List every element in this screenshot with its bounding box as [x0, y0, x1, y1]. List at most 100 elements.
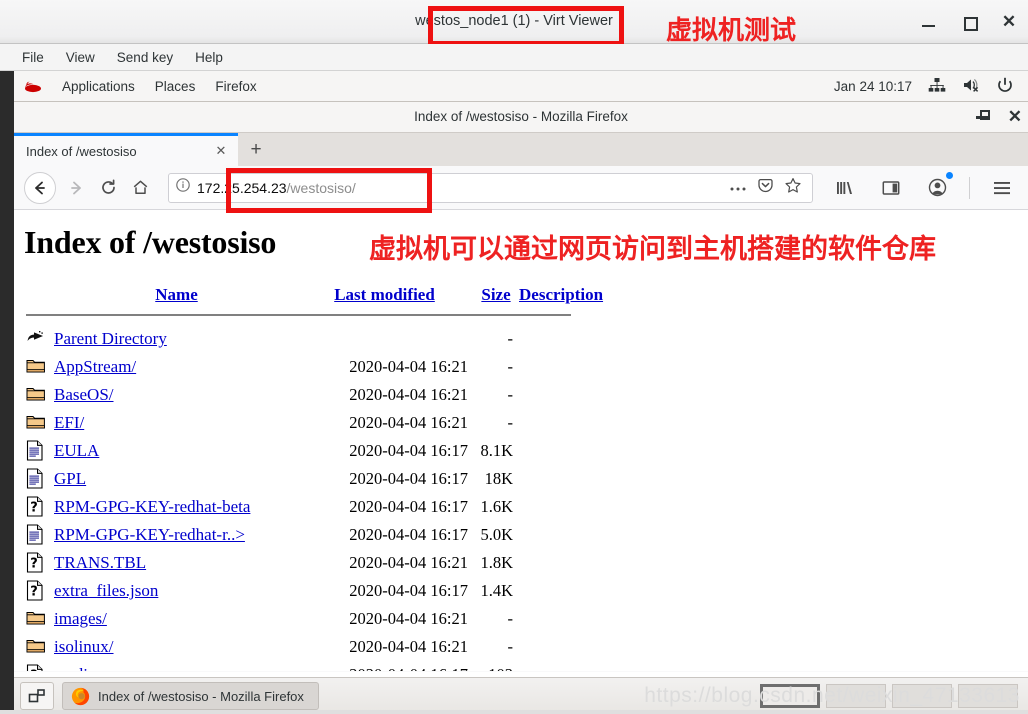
folder-icon	[26, 410, 52, 436]
table-row: GPL 2020-04-04 16:17 18K	[26, 466, 603, 492]
url-bar[interactable]: 172.25.254.23/westosiso/	[168, 172, 813, 203]
workspace-1[interactable]	[760, 684, 820, 708]
page-actions-ellipsis-icon[interactable]	[729, 179, 747, 197]
file-link[interactable]: GPL	[54, 469, 86, 488]
row-description-cell	[519, 494, 603, 520]
table-divider	[26, 314, 571, 316]
maximize-button[interactable]	[958, 11, 980, 33]
file-link[interactable]: EFI/	[54, 413, 84, 432]
file-link[interactable]: BaseOS/	[54, 385, 114, 404]
file-link[interactable]: extra_files.json	[54, 581, 158, 600]
home-button[interactable]	[124, 172, 156, 204]
hamburger-menu-icon[interactable]	[986, 172, 1018, 204]
file-link[interactable]: EULA	[54, 441, 99, 460]
account-icon[interactable]	[921, 171, 953, 204]
url-text[interactable]: 172.25.254.23/westosiso/	[197, 180, 356, 196]
row-size-cell: 8.1K	[480, 441, 513, 460]
volume-muted-icon[interactable]	[962, 77, 980, 95]
taskbar-item-firefox[interactable]: Index of /westosiso - Mozilla Firefox	[62, 682, 319, 710]
clock[interactable]: Jan 24 10:17	[834, 79, 912, 94]
taskbar: Index of /westosiso - Mozilla Firefox	[14, 677, 1028, 714]
row-name-cell: BaseOS/	[54, 382, 299, 408]
file-link[interactable]: images/	[54, 609, 107, 628]
file-link[interactable]: media.repo	[54, 665, 130, 671]
screen-bottom-edge	[0, 710, 1028, 714]
folder-icon	[26, 606, 52, 632]
firefox-toolbar-right	[821, 171, 1018, 204]
row-modified-cell: 2020-04-04 16:17	[301, 662, 473, 671]
file-link[interactable]: isolinux/	[54, 637, 114, 656]
gnome-menu-places[interactable]: Places	[155, 79, 196, 94]
gnome-menu-applications[interactable]: Applications	[62, 79, 135, 94]
sort-description-link[interactable]: Description	[519, 285, 603, 304]
menu-item-file[interactable]: File	[22, 50, 44, 65]
table-row: EULA 2020-04-04 16:17 8.1K	[26, 438, 603, 464]
file-link[interactable]: TRANS.TBL	[54, 553, 146, 572]
menu-item-view[interactable]: View	[66, 50, 95, 65]
row-modified-cell: 2020-04-04 16:21	[349, 357, 468, 376]
virt-viewer-title: westos_node1 (1) - Virt Viewer	[0, 0, 1028, 43]
taskbar-item-label: Index of /westosiso - Mozilla Firefox	[98, 688, 304, 704]
file-link[interactable]: Parent Directory	[54, 329, 167, 348]
row-description-cell	[519, 578, 603, 604]
bookmark-star-icon[interactable]	[784, 177, 802, 199]
table-header-row: Name Last modified Size Description	[26, 285, 603, 309]
row-name-cell: Parent Directory	[54, 326, 299, 352]
file-link[interactable]: AppStream/	[54, 357, 136, 376]
sort-name-link[interactable]: Name	[155, 285, 197, 304]
gnome-menu-firefox[interactable]: Firefox	[215, 79, 256, 94]
file-link[interactable]: RPM-GPG-KEY-redhat-beta	[54, 497, 250, 516]
new-tab-button[interactable]: +	[238, 133, 274, 166]
row-description-cell	[519, 438, 603, 464]
table-row: isolinux/2020-04-04 16:21 -	[26, 634, 603, 660]
gnome-top-panel: Applications Places Firefox Jan 24 10:17	[14, 71, 1028, 102]
menu-item-help[interactable]: Help	[195, 50, 223, 65]
row-size-cell: -	[507, 385, 514, 404]
back-button[interactable]	[24, 171, 56, 204]
sort-last-modified-link[interactable]: Last modified	[334, 285, 435, 304]
row-description-cell	[519, 410, 603, 436]
workspace-2[interactable]	[826, 684, 886, 708]
row-description-cell	[519, 354, 603, 380]
workspace-3[interactable]	[892, 684, 952, 708]
row-modified-cell: 2020-04-04 16:17	[349, 469, 468, 488]
table-row: AppStream/2020-04-04 16:21 -	[26, 354, 603, 380]
row-name-cell: extra_files.json	[54, 578, 299, 604]
pocket-icon[interactable]	[757, 177, 774, 199]
menu-item-send-key[interactable]: Send key	[117, 50, 173, 65]
tab-close-icon[interactable]: ✕	[212, 143, 230, 159]
library-icon[interactable]	[829, 172, 861, 204]
tab-index-of-westosiso[interactable]: Index of /westosiso ✕	[14, 133, 238, 166]
reload-button[interactable]	[92, 172, 124, 204]
sidebar-icon[interactable]	[875, 172, 907, 204]
page-content: Index of /westosiso 虚拟机可以通过网页访问到主机搭建的软件仓…	[14, 210, 1028, 671]
file-link[interactable]: RPM-GPG-KEY-redhat-r..>	[54, 525, 245, 544]
minimize-button[interactable]	[918, 11, 940, 33]
workspace-4[interactable]	[958, 684, 1018, 708]
sort-size-link[interactable]: Size	[481, 285, 510, 304]
svg-text:?: ?	[30, 584, 38, 599]
close-button[interactable]: ✕	[998, 11, 1020, 33]
row-description-cell	[519, 382, 603, 408]
firefox-tabstrip: Index of /westosiso ✕ +	[14, 133, 1028, 166]
show-desktop-icon[interactable]	[20, 682, 54, 710]
row-modified-cell: 2020-04-04 16:17	[349, 525, 468, 544]
forward-button[interactable]	[60, 172, 92, 204]
header-name: Name	[54, 285, 299, 309]
virt-viewer-titlebar: westos_node1 (1) - Virt Viewer ✕	[0, 0, 1028, 44]
toolbar-separator	[969, 176, 970, 199]
row-description-cell	[519, 634, 603, 660]
table-row: Parent Directory -	[26, 326, 603, 352]
directory-rows: Parent Directory - AppStream/2020-04-04 16…	[26, 326, 603, 671]
power-icon[interactable]	[996, 77, 1014, 95]
info-circle-icon[interactable]	[175, 177, 191, 198]
gnome-panel-left: Applications Places Firefox	[14, 79, 257, 94]
network-icon[interactable]	[928, 77, 946, 95]
svg-text:?: ?	[30, 556, 38, 571]
folder-icon	[26, 382, 52, 408]
url-path: /westosiso/	[286, 179, 356, 196]
header-size: Size	[475, 285, 517, 309]
folder-icon	[26, 634, 52, 660]
firefox-close-button[interactable]: ✕	[1008, 106, 1022, 128]
virt-viewer-title-text: westos_node1 (1) - Virt Viewer	[415, 13, 613, 29]
